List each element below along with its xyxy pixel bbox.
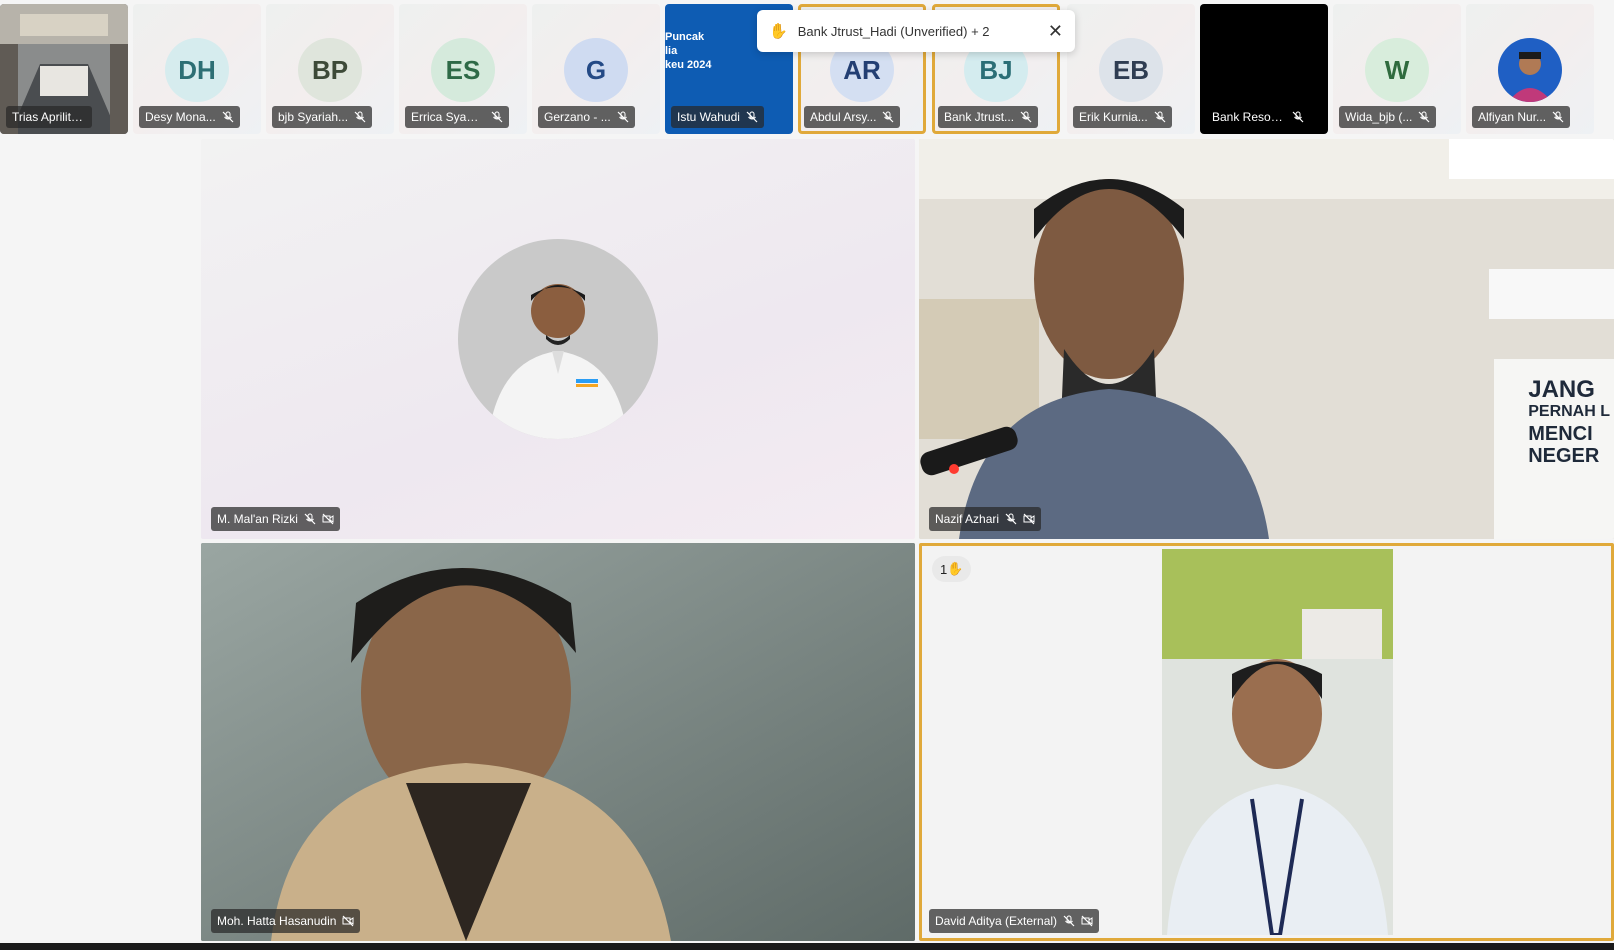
participant-video-feed <box>201 543 915 941</box>
participant-name-label: Alfiyan Nur... <box>1472 106 1571 128</box>
participant-name: Nazif Azhari <box>935 512 1000 526</box>
camera-off-icon <box>1023 513 1035 525</box>
participant-name: Abdul Arsy... <box>810 110 877 124</box>
mic-muted-icon <box>354 111 366 123</box>
participant-name-label: Bank Jtrust... <box>938 106 1039 128</box>
participant-thumbnail[interactable]: EB Erik Kurnia... <box>1067 4 1195 134</box>
participant-thumbnail[interactable]: ES Errica Syam... <box>399 4 527 134</box>
mic-muted-icon <box>617 111 629 123</box>
camera-off-icon <box>342 915 354 927</box>
avatar: ES <box>431 38 495 102</box>
participant-name-label: Abdul Arsy... <box>804 106 901 128</box>
participant-thumbnail[interactable]: G Gerzano - ... <box>532 4 660 134</box>
participant-thumbnail[interactable]: Bank Reson... <box>1200 4 1328 134</box>
hand-count: 1 <box>940 561 948 577</box>
avatar: BP <box>298 38 362 102</box>
mic-muted-icon <box>1154 111 1166 123</box>
participant-name-label: Gerzano - ... <box>538 106 635 128</box>
participant-name-label: Bank Reson... <box>1206 106 1310 128</box>
participant-name-label: David Aditya (External) <box>929 909 1100 933</box>
banner-text: JANG <box>1528 376 1595 403</box>
video-tile[interactable]: JANG PERNAH L MENCI NEGER Nazif Azhari <box>919 139 1614 539</box>
bottom-bar <box>0 943 1614 950</box>
participant-name: Bank Reson... <box>1212 110 1286 124</box>
participant-name: Istu Wahudi <box>677 110 740 124</box>
participant-name: Desy Mona... <box>145 110 216 124</box>
slide-text: keu 2024 <box>665 59 712 71</box>
participant-name-label: M. Mal'an Rizki <box>211 507 340 531</box>
avatar: G <box>564 38 628 102</box>
mic-muted-icon <box>304 513 316 525</box>
mic-muted-icon <box>1005 513 1017 525</box>
participant-name-label: Trias Aprilitania <box>6 106 92 128</box>
avatar: W <box>1365 38 1429 102</box>
mic-muted-icon <box>491 111 503 123</box>
participant-name-label: Errica Syam... <box>405 106 509 128</box>
participant-video-feed <box>919 139 1614 539</box>
notification-text: Bank Jtrust_Hadi (Unverified) + 2 <box>797 23 990 39</box>
mic-muted-icon <box>746 111 758 123</box>
participant-name: Alfiyan Nur... <box>1478 110 1547 124</box>
mic-muted-icon <box>1020 111 1032 123</box>
participant-name-label: Istu Wahudi <box>671 106 764 128</box>
participant-name: bjb Syariah... <box>278 110 349 124</box>
participant-name: Erik Kurnia... <box>1079 110 1148 124</box>
avatar: DH <box>165 38 229 102</box>
raised-hand-indicator: 1 ✋ <box>932 556 972 582</box>
participant-thumbnail[interactable]: Alfiyan Nur... <box>1466 4 1594 134</box>
raised-hand-notification[interactable]: ✋ Bank Jtrust_Hadi (Unverified) + 2 ✕ <box>757 10 1075 52</box>
camera-off-icon <box>1081 915 1093 927</box>
participant-thumbnail[interactable]: DH Desy Mona... <box>133 4 261 134</box>
participant-name-label: bjb Syariah... <box>272 106 373 128</box>
raised-hand-icon: ✋ <box>947 561 964 576</box>
participant-thumbnail[interactable]: Trias Aprilitania <box>0 4 128 134</box>
participant-name-label: Nazif Azhari <box>929 507 1042 531</box>
camera-off-icon <box>322 513 334 525</box>
slide-text: lia <box>665 45 678 57</box>
background-banner: JANG PERNAH L MENCI NEGER <box>1528 376 1610 468</box>
slide-text: Puncak <box>665 31 705 43</box>
participant-name-label: Wida_bjb (... <box>1339 106 1437 128</box>
banner-text: PERNAH L <box>1528 403 1610 420</box>
video-tile[interactable]: M. Mal'an Rizki <box>201 139 915 539</box>
close-icon[interactable]: ✕ <box>1048 21 1063 42</box>
avatar: EB <box>1099 38 1163 102</box>
participant-name-label: Erik Kurnia... <box>1073 106 1172 128</box>
participant-name: Bank Jtrust... <box>944 110 1015 124</box>
raised-hand-icon: ✋ <box>769 23 788 40</box>
avatar <box>458 239 658 439</box>
participant-name-label: Desy Mona... <box>139 106 240 128</box>
banner-text: NEGER <box>1528 445 1600 467</box>
mic-muted-icon <box>1552 111 1564 123</box>
video-tile[interactable]: Moh. Hatta Hasanudin <box>201 543 915 941</box>
mic-muted-icon <box>1418 111 1430 123</box>
mic-muted-icon <box>1292 111 1304 123</box>
avatar <box>1498 38 1562 102</box>
video-tile[interactable]: 1 ✋ David Aditya (External) <box>919 543 1614 941</box>
participant-name: Errica Syam... <box>411 110 485 124</box>
participant-name: David Aditya (External) <box>935 914 1058 928</box>
participant-video-feed <box>1162 549 1393 935</box>
participant-name: Wida_bjb (... <box>1345 110 1413 124</box>
participant-thumbnail[interactable]: W Wida_bjb (... <box>1333 4 1461 134</box>
banner-text: MENCI <box>1528 423 1593 445</box>
participant-name: Gerzano - ... <box>544 110 611 124</box>
participant-thumbnail[interactable]: BP bjb Syariah... <box>266 4 394 134</box>
mic-muted-icon <box>883 111 894 123</box>
shared-slide-preview: Puncak lia keu 2024 <box>665 30 711 72</box>
mic-muted-icon <box>222 111 234 123</box>
mic-muted-icon <box>1063 915 1075 927</box>
participant-name-label: Moh. Hatta Hasanudin <box>211 909 361 933</box>
participant-name: Moh. Hatta Hasanudin <box>217 914 337 928</box>
participant-name: Trias Aprilitania <box>12 110 86 124</box>
participant-name: M. Mal'an Rizki <box>217 512 298 526</box>
